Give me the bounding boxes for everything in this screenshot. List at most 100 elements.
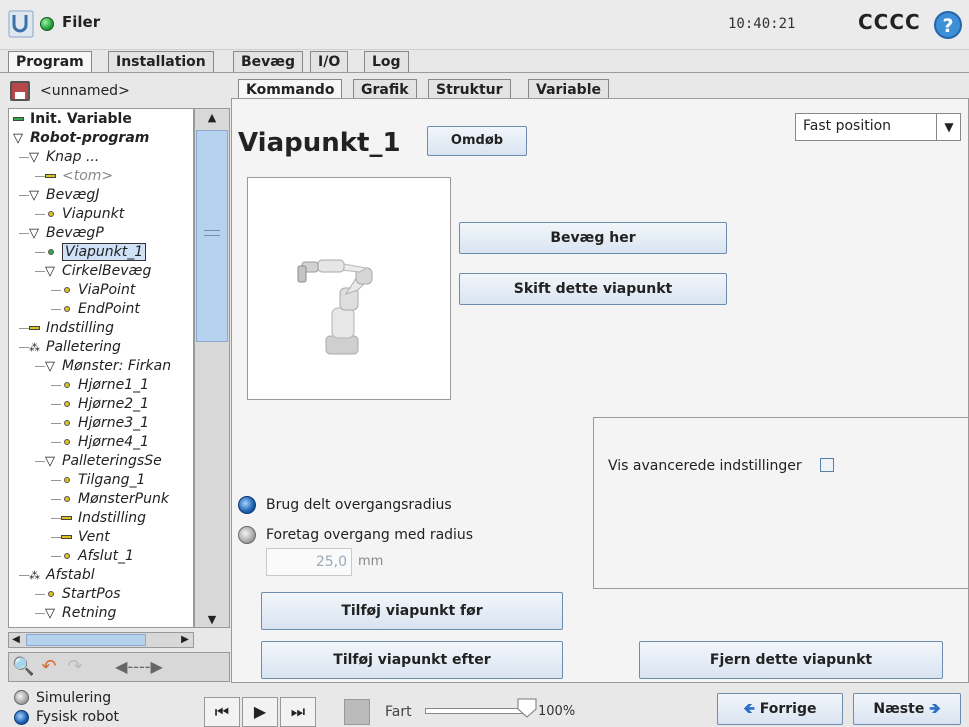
waypoint-icon bbox=[61, 490, 75, 509]
radius-input[interactable]: 25,0 bbox=[266, 548, 352, 576]
tree-scroll-thumb[interactable] bbox=[196, 130, 228, 342]
tree-connector bbox=[19, 195, 29, 196]
custom-radius-radio[interactable] bbox=[238, 526, 256, 544]
tree-connector bbox=[51, 537, 61, 538]
tree-node-label: Vent bbox=[78, 529, 110, 545]
tree-node-label: Indstilling bbox=[46, 320, 114, 336]
advanced-settings-checkbox[interactable] bbox=[820, 458, 834, 472]
tab-move[interactable]: Bevæg bbox=[233, 51, 303, 73]
tree-node[interactable]: Indstilling bbox=[61, 509, 146, 528]
tree-connector bbox=[19, 233, 29, 234]
tree-node-label: <tom> bbox=[62, 168, 114, 184]
tree-connector bbox=[19, 575, 29, 576]
title-bar bbox=[0, 0, 969, 50]
tree-node[interactable]: <tom> bbox=[45, 167, 113, 186]
tree-node[interactable]: ▽ Retning bbox=[45, 604, 116, 623]
tree-node[interactable]: Afslut_1 bbox=[61, 547, 134, 566]
tree-node[interactable]: Vent bbox=[61, 528, 110, 547]
tree-node[interactable]: EndPoint bbox=[61, 300, 140, 319]
tree-node[interactable]: ⁂ Afstabl bbox=[29, 566, 95, 585]
tree-node-label: Mønster: Firkan bbox=[62, 358, 172, 374]
scroll-right-icon[interactable]: ▶ bbox=[176, 632, 194, 648]
tree-node[interactable]: ▽ BevægP bbox=[29, 224, 104, 243]
add-waypoint-before-button[interactable]: Tilføj viapunkt før bbox=[261, 592, 563, 630]
move-node-icon[interactable]: ◀----▶ bbox=[92, 656, 186, 678]
tree-node[interactable]: Hjørne3_1 bbox=[61, 414, 149, 433]
tree-node[interactable]: Init. Variable bbox=[13, 110, 132, 129]
tree-connector bbox=[51, 442, 61, 443]
tree-node[interactable]: Tilgang_1 bbox=[61, 471, 145, 490]
tree-node[interactable]: Hjørne4_1 bbox=[61, 433, 149, 452]
move-here-button[interactable]: Bevæg her bbox=[459, 222, 727, 254]
radius-unit: mm bbox=[358, 554, 384, 569]
tree-node[interactable]: ▽ BevægJ bbox=[29, 186, 99, 205]
stop-icon[interactable] bbox=[344, 699, 370, 725]
tree-node[interactable]: ViaPoint bbox=[61, 281, 135, 300]
tree-node[interactable]: ▽ Robot-program bbox=[13, 129, 149, 148]
tab-io[interactable]: I/O bbox=[310, 51, 349, 73]
change-waypoint-button[interactable]: Skift dette viapunkt bbox=[459, 273, 727, 305]
tree-node[interactable]: Hjørne2_1 bbox=[61, 395, 149, 414]
file-menu[interactable]: Filer bbox=[62, 13, 100, 31]
undo-icon[interactable]: ↶ bbox=[38, 656, 60, 678]
previous-button[interactable]: 🡸 Forrige bbox=[717, 693, 843, 725]
tree-node[interactable]: Hjørne1_1 bbox=[61, 376, 149, 395]
tree-hscroll-thumb[interactable] bbox=[26, 634, 146, 646]
tree-node[interactable]: ▽ Knap ... bbox=[29, 148, 99, 167]
tab-log[interactable]: Log bbox=[364, 51, 409, 73]
skip-back-icon[interactable]: ⏮ bbox=[204, 697, 240, 727]
node-bar-icon bbox=[61, 528, 75, 547]
tree-node[interactable]: StartPos bbox=[45, 585, 121, 604]
tree-node[interactable]: ⁂ Palletering bbox=[29, 338, 121, 357]
remove-waypoint-button[interactable]: Fjern dette viapunkt bbox=[639, 641, 943, 679]
help-icon[interactable]: ? bbox=[934, 11, 962, 39]
rename-button[interactable]: Omdøb bbox=[427, 126, 527, 156]
tree-node-label: Indstilling bbox=[78, 510, 146, 526]
add-waypoint-after-button[interactable]: Tilføj viapunkt efter bbox=[261, 641, 563, 679]
play-icon[interactable]: ▶ bbox=[242, 697, 278, 727]
tree-node-label: Hjørne3_1 bbox=[78, 415, 150, 431]
tree-node[interactable]: Indstilling bbox=[29, 319, 114, 338]
tree-node-label: EndPoint bbox=[78, 301, 140, 317]
program-tree[interactable]: Init. Variable ▽ Robot-program ▽ Knap ... <to… bbox=[8, 108, 194, 628]
tree-node[interactable]: ▽ Mønster: Firkan bbox=[45, 357, 171, 376]
search-icon[interactable]: 🔍 bbox=[12, 656, 34, 678]
speed-slider[interactable] bbox=[425, 708, 525, 714]
real-robot-radio[interactable] bbox=[14, 710, 29, 725]
tree-node[interactable]: MønsterPunk bbox=[61, 490, 169, 509]
speed-slider-thumb[interactable] bbox=[516, 697, 538, 719]
shared-radius-label: Brug delt overgangsradius bbox=[266, 497, 452, 513]
scroll-down-icon[interactable]: ▼ bbox=[194, 612, 230, 628]
tab-program[interactable]: Program bbox=[8, 51, 92, 73]
tree-node-label: PalleteringsSe bbox=[62, 453, 162, 469]
pallet-icon: ⁂ bbox=[29, 341, 40, 354]
tab-installation[interactable]: Installation bbox=[108, 51, 214, 73]
node-expand-icon: ▽ bbox=[29, 150, 39, 165]
tree-node-label: CirkelBevæg bbox=[62, 263, 152, 279]
next-button[interactable]: Næste 🡺 bbox=[853, 693, 961, 725]
waypoint-icon bbox=[61, 395, 75, 414]
tree-connector bbox=[35, 613, 45, 614]
scroll-up-icon[interactable]: ▲ bbox=[194, 108, 230, 128]
tree-connector bbox=[35, 176, 45, 177]
speed-label: Fart bbox=[385, 704, 412, 720]
tree-node-label: Afstabl bbox=[46, 567, 95, 583]
tree-node-label: Hjørne2_1 bbox=[78, 396, 150, 412]
tree-connector bbox=[19, 347, 29, 348]
simulation-radio[interactable] bbox=[14, 690, 29, 705]
node-expand-icon: ▽ bbox=[45, 454, 55, 469]
tree-node-label: Tilgang_1 bbox=[78, 472, 146, 488]
shared-radius-radio[interactable] bbox=[238, 496, 256, 514]
waypoint-icon bbox=[61, 414, 75, 433]
step-icon[interactable]: ⏭ bbox=[280, 697, 316, 727]
save-icon[interactable] bbox=[10, 81, 30, 101]
chevron-down-icon[interactable]: ▼ bbox=[936, 113, 961, 141]
tree-node-label: MønsterPunk bbox=[78, 491, 169, 507]
tree-node[interactable]: Viapunkt bbox=[45, 205, 124, 224]
tree-node[interactable]: Viapunkt_1 bbox=[45, 243, 147, 262]
tree-node[interactable]: ▽ CirkelBevæg bbox=[45, 262, 151, 281]
tree-connector bbox=[35, 594, 45, 595]
redo-icon[interactable]: ↷ bbox=[64, 656, 86, 678]
tree-node[interactable]: ▽ PalleteringsSe bbox=[45, 452, 162, 471]
scroll-left-icon[interactable]: ◀ bbox=[8, 632, 24, 648]
